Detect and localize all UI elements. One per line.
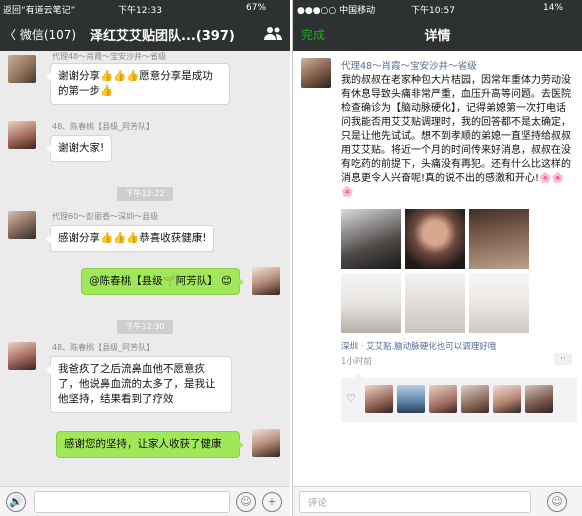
liker-avatar[interactable] bbox=[525, 385, 553, 413]
comment-input[interactable]: 评论 bbox=[299, 491, 531, 513]
avatar[interactable] bbox=[8, 211, 36, 239]
my-message-bubble[interactable]: 感谢您的坚持，让家人收获了健康 bbox=[56, 431, 244, 458]
liker-avatar[interactable] bbox=[461, 385, 489, 413]
battery-level: 14% bbox=[543, 3, 564, 13]
post-photo[interactable] bbox=[405, 209, 465, 269]
sender-name: 代理60～彭丽香～深圳～县级 bbox=[52, 212, 159, 221]
sender-name: 48、陈春桃【县级_阿芳队】 bbox=[52, 122, 155, 131]
chat-input-bar: 🔊 ☺ + bbox=[0, 486, 290, 516]
liker-avatar[interactable] bbox=[493, 385, 521, 413]
status-bar: ●●●○○ 中国移动 下午10:57 14% bbox=[293, 0, 582, 17]
sender-name: 48、陈春桃【县级_阿芳队】 bbox=[52, 343, 155, 352]
emoji-icon[interactable]: ☺ bbox=[547, 492, 567, 512]
liker-avatar[interactable] bbox=[429, 385, 457, 413]
avatar[interactable] bbox=[8, 121, 36, 149]
detail-nav-bar: 完成 详情 bbox=[293, 17, 582, 51]
location-link[interactable]: 深圳 · 艾艾贴.脑动脉硬化也可以调理好哦 bbox=[341, 340, 496, 352]
my-avatar[interactable] bbox=[252, 429, 280, 457]
more-actions-button[interactable]: ·· bbox=[554, 353, 572, 365]
post-text: 我的叔叔在老家种包大片桔园，因常年重体力劳动没有休息导致头痛非常严重，血压升高等… bbox=[341, 75, 571, 198]
likes-panel: ♡ bbox=[341, 373, 577, 422]
back-button[interactable]: 〈 微信(107) bbox=[4, 26, 76, 43]
liker-avatar[interactable] bbox=[365, 385, 393, 413]
message-bubble[interactable]: 谢谢分享👍👍👍愿意分享是成功的第一步👍 bbox=[46, 63, 230, 105]
status-time: 下午12:33 bbox=[118, 6, 162, 16]
post-time: 1小时前 bbox=[341, 357, 372, 367]
plus-icon[interactable]: + bbox=[262, 492, 282, 512]
timestamp: 下午12:22 bbox=[117, 187, 173, 201]
avatar[interactable] bbox=[8, 342, 36, 370]
voice-icon[interactable]: 🔊 bbox=[6, 492, 26, 512]
post-photo[interactable] bbox=[469, 273, 529, 333]
emoji-icon[interactable]: ☺ bbox=[236, 492, 256, 512]
author-name[interactable]: 代理48～肖霞～宝安沙井～省级 bbox=[341, 58, 477, 72]
comment-bar: 评论 ☺ bbox=[293, 486, 582, 516]
carrier: ●●●○○ 中国移动 bbox=[297, 6, 376, 16]
post-photo[interactable] bbox=[469, 209, 529, 269]
moment-detail-screen: ●●●○○ 中国移动 下午10:57 14% 完成 详情 代理48～肖霞～宝安沙… bbox=[292, 0, 582, 516]
my-avatar[interactable] bbox=[252, 267, 280, 295]
back-to-app-link[interactable]: 返回“有道云笔记” bbox=[3, 3, 75, 16]
status-time: 下午10:57 bbox=[411, 6, 455, 16]
heart-icon: ♡ bbox=[346, 392, 356, 405]
group-members-icon[interactable] bbox=[264, 26, 282, 40]
message-input[interactable] bbox=[34, 491, 230, 513]
author-avatar[interactable] bbox=[301, 58, 331, 88]
chat-nav-bar: 〈 微信(107) 泽红艾艾贴团队...(397) bbox=[0, 17, 290, 51]
post-photo[interactable] bbox=[341, 209, 401, 269]
page-title: 详情 bbox=[424, 29, 451, 44]
message-bubble[interactable]: 我爸疚了之后流鼻血他不愿意疚了，他说鼻血流的太多了，是我让他坚持，结果看到了疗效 bbox=[46, 356, 232, 413]
post-photo[interactable] bbox=[341, 273, 401, 333]
timestamp: 下午12:30 bbox=[117, 320, 173, 334]
battery-level: 67% bbox=[246, 3, 267, 13]
status-bar: 返回“有道云笔记” 下午12:33 67% bbox=[0, 0, 290, 17]
message-bubble[interactable]: 感谢分享👍👍👍恭喜收获健康! bbox=[45, 225, 215, 252]
liker-avatar[interactable] bbox=[397, 385, 425, 413]
my-message-bubble[interactable]: @陈春桃【县级🌱阿芳队】 😊 bbox=[81, 268, 244, 295]
message-bubble[interactable]: 谢谢大家! bbox=[45, 135, 113, 162]
chat-screen: 返回“有道云笔记” 下午12:33 67% 〈 微信(107) 泽红艾艾贴团队.… bbox=[0, 0, 290, 516]
chat-title: 泽红艾艾贴团队...(397) bbox=[90, 29, 235, 44]
sender-name: 代理48～肖霞～宝安沙井～省级 bbox=[52, 52, 167, 61]
post-photo[interactable] bbox=[405, 273, 465, 333]
avatar[interactable] bbox=[8, 55, 36, 83]
